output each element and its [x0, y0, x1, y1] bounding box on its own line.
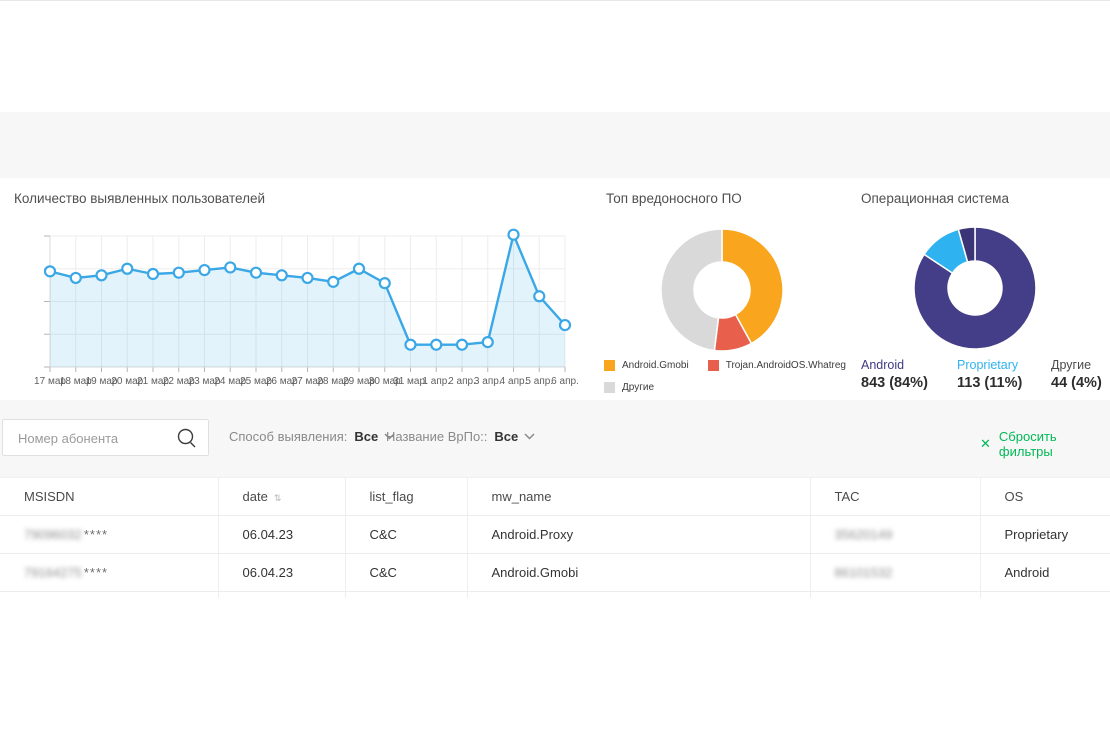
- col-header-mw-name: mw_name: [467, 478, 810, 516]
- detection-method-value: Все: [354, 429, 378, 444]
- malware-donut-chart: [655, 223, 789, 357]
- cell-msisdn: 79164275****: [0, 554, 218, 592]
- table-row-partial: [0, 592, 1110, 599]
- table-row: 79096032**** 06.04.23 C&C Android.Proxy …: [0, 516, 1110, 554]
- cell-os: Proprietary: [980, 516, 1110, 554]
- col-header-date[interactable]: date⇅: [218, 478, 345, 516]
- col-header-os: OS: [980, 478, 1110, 516]
- os-legend-proprietary-label: Proprietary: [957, 358, 1052, 372]
- os-legend-other: Другие 44 (4%): [1051, 358, 1110, 391]
- sort-icon[interactable]: ⇅: [274, 493, 282, 503]
- table-row: 79164275**** 06.04.23 C&C Android.Gmobi …: [0, 554, 1110, 592]
- svg-text:4 апр.: 4 апр.: [500, 376, 528, 387]
- detection-method-filter[interactable]: Способ выявления: Все: [229, 429, 395, 444]
- reset-filters-label: Сбросить фильтры: [999, 429, 1110, 459]
- table-header-row: MSISDN date⇅ list_flag mw_name TAC OS: [0, 478, 1110, 516]
- svg-text:6 апр.: 6 апр.: [551, 376, 579, 387]
- charts-panel: Количество выявленных пользователей Топ …: [0, 178, 1110, 400]
- os-legend-android-value: 843 (84%): [861, 375, 956, 391]
- cell-list-flag: C&C: [345, 554, 467, 592]
- svg-text:1 апр.: 1 апр.: [422, 376, 450, 387]
- cell-mw-name: Android.Proxy: [467, 516, 810, 554]
- malware-legend: Android.Gmobi Trojan.AndroidOS.Whatreg Д…: [604, 360, 846, 404]
- legend-swatch-whatreg: [708, 360, 719, 371]
- malware-name-filter[interactable]: Название ВрПо:: Все: [386, 429, 535, 444]
- col-header-tac: TAC: [810, 478, 980, 516]
- detected-users-line-chart: 17 мар18 мар19 мар20 мар21 мар22 мар23 м…: [0, 178, 600, 400]
- top-divider: [0, 0, 1110, 1]
- filter-bar: Способ выявления: Все Название ВрПо:: Вс…: [0, 400, 1110, 477]
- os-legend-proprietary-value: 113 (11%): [957, 375, 1052, 391]
- cell-date: 06.04.23: [218, 516, 345, 554]
- reset-filters-button[interactable]: ✕ Сбросить фильтры: [980, 429, 1110, 459]
- search-icon[interactable]: [176, 427, 198, 454]
- legend-label-other: Другие: [622, 382, 654, 393]
- os-donut-chart: [908, 221, 1042, 355]
- infected-devices-table: MSISDN date⇅ list_flag mw_name TAC OS 79…: [0, 477, 1110, 598]
- svg-text:2 апр.: 2 апр.: [448, 376, 476, 387]
- os-legend-android: Android 843 (84%): [861, 358, 956, 391]
- malware-chart-title: Топ вредоносного ПО: [606, 191, 742, 206]
- os-legend-android-label: Android: [861, 358, 956, 372]
- cell-tac: 35620149: [810, 516, 980, 554]
- malware-name-label: Название ВрПо::: [386, 429, 487, 444]
- subscriber-search-input[interactable]: [16, 421, 175, 456]
- os-legend-other-label: Другие: [1051, 358, 1110, 372]
- close-icon: ✕: [980, 436, 991, 452]
- malware-name-value: Все: [494, 429, 518, 444]
- col-header-msisdn: MSISDN: [0, 478, 218, 516]
- svg-text:5 апр.: 5 апр.: [525, 376, 553, 387]
- os-chart-title: Операционная система: [861, 191, 1009, 206]
- svg-text:3 апр.: 3 апр.: [474, 376, 502, 387]
- cell-msisdn: 79096032****: [0, 516, 218, 554]
- cell-list-flag: C&C: [345, 516, 467, 554]
- cell-tac: 86101532: [810, 554, 980, 592]
- detection-method-label: Способ выявления:: [229, 429, 347, 444]
- cell-date: 06.04.23: [218, 554, 345, 592]
- cell-mw-name: Android.Gmobi: [467, 554, 810, 592]
- chevron-down-icon: [524, 433, 535, 440]
- subscriber-search-box[interactable]: [2, 419, 209, 456]
- legend-swatch-gmobi: [604, 360, 615, 371]
- os-legend-proprietary: Proprietary 113 (11%): [957, 358, 1052, 391]
- os-legend-other-value: 44 (4%): [1051, 375, 1110, 391]
- legend-swatch-other: [604, 382, 615, 393]
- header-bar: Отчет: Заражённые устройства i Об отчете…: [0, 112, 1110, 178]
- legend-label-whatreg: Trojan.AndroidOS.Whatreg: [726, 360, 846, 371]
- cell-os: Android: [980, 554, 1110, 592]
- col-header-list-flag: list_flag: [345, 478, 467, 516]
- legend-label-gmobi: Android.Gmobi: [622, 360, 689, 371]
